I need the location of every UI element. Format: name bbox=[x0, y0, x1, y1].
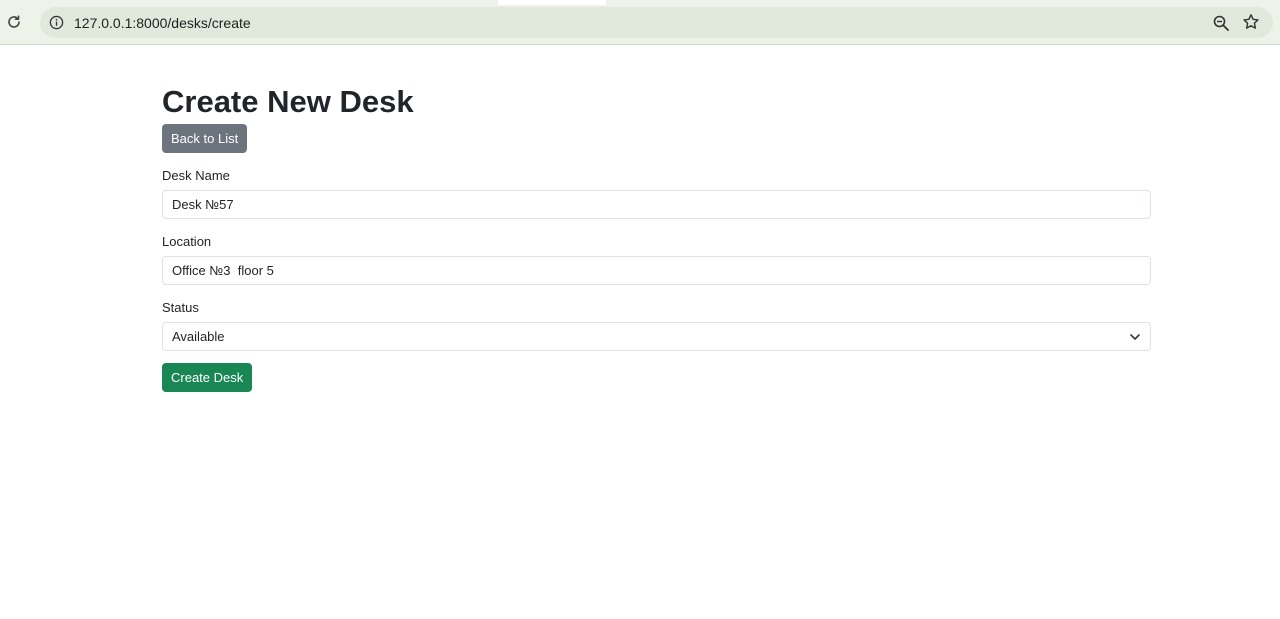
reload-icon[interactable] bbox=[4, 12, 24, 32]
location-input[interactable]: Office №3 floor 5 bbox=[162, 256, 1151, 285]
create-desk-form: Desk Name Desk №57 Location Office №3 fl… bbox=[162, 168, 1151, 392]
active-tab-edge bbox=[498, 0, 606, 5]
zoom-icon[interactable] bbox=[1212, 14, 1230, 32]
browser-toolbar: 127.0.0.1:8000/desks/create bbox=[0, 0, 1280, 45]
address-bar[interactable]: 127.0.0.1:8000/desks/create bbox=[40, 7, 1273, 38]
desk-name-input[interactable]: Desk №57 bbox=[162, 190, 1151, 219]
chevron-down-icon bbox=[1130, 334, 1140, 340]
page-title: Create New Desk bbox=[162, 84, 414, 119]
page-container: Create New Desk Back to List Desk Name D… bbox=[162, 45, 1151, 392]
info-icon[interactable] bbox=[48, 14, 65, 31]
create-desk-button[interactable]: Create Desk bbox=[162, 363, 253, 392]
back-to-list-button[interactable]: Back to List bbox=[162, 124, 248, 153]
star-icon[interactable] bbox=[1242, 13, 1260, 31]
url-text[interactable]: 127.0.0.1:8000/desks/create bbox=[74, 15, 251, 31]
status-label: Status bbox=[162, 300, 199, 315]
location-label: Location bbox=[162, 234, 212, 249]
status-select[interactable]: Available bbox=[162, 322, 1151, 351]
status-selected-value: Available bbox=[172, 329, 225, 344]
desk-name-label: Desk Name bbox=[162, 168, 230, 183]
